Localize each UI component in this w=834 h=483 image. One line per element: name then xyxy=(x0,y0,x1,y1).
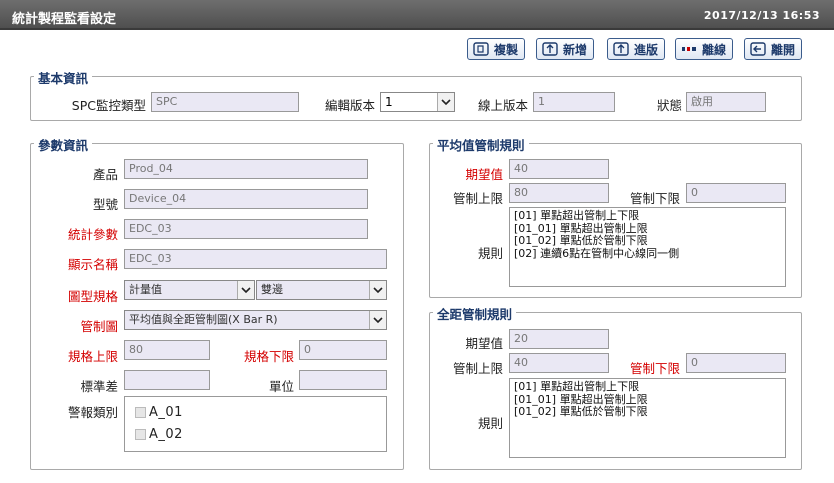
control-chart-value: 平均值與全距管制圖(X Bar R) xyxy=(129,313,278,326)
offline-icon xyxy=(682,47,696,51)
mean-target-field[interactable]: 40 xyxy=(509,159,609,179)
chevron-down-icon xyxy=(237,281,254,299)
edit-version-value: 1 xyxy=(385,95,393,109)
mean-lcl-field[interactable]: 0 xyxy=(686,183,786,203)
range-lcl-label: 管制下限 xyxy=(629,361,680,376)
unit-field[interactable] xyxy=(299,370,387,390)
online-version-label: 線上版本 xyxy=(477,98,528,113)
range-rules-legend: 全距管制規則 xyxy=(433,304,517,323)
offline-button[interactable]: 離線 xyxy=(675,38,734,60)
edit-version-label: 編輯版本 xyxy=(324,98,375,113)
add-icon xyxy=(542,42,558,56)
alarm-option-a02[interactable]: A_02 xyxy=(135,427,183,442)
alarm-option-a01[interactable]: A_01 xyxy=(135,405,183,420)
offline-label: 離線 xyxy=(702,42,727,57)
chart-spec-select-1[interactable]: 計量值 xyxy=(124,280,255,300)
mean-target-label: 期望值 xyxy=(465,167,503,182)
chevron-down-icon xyxy=(437,93,454,111)
enter-version-button[interactable]: 進版 xyxy=(607,38,666,60)
range-rules-label: 規則 xyxy=(477,416,503,431)
range-lcl-field[interactable]: 0 xyxy=(686,353,786,373)
upgrade-icon xyxy=(613,42,629,56)
leave-button[interactable]: 離開 xyxy=(744,38,803,60)
datetime: 2017/12/13 16:53 xyxy=(703,9,820,22)
std-dev-field[interactable] xyxy=(124,370,210,390)
usl-field[interactable]: 80 xyxy=(124,340,210,360)
range-rules-list[interactable]: [01] 單點超出管制上下限 [01_01] 單點超出管制上限 [01_02] … xyxy=(509,378,786,458)
add-button[interactable]: 新增 xyxy=(536,38,595,60)
chart-spec-label: 圖型規格 xyxy=(67,289,118,304)
status-field[interactable]: 啟用 xyxy=(686,92,766,112)
add-label: 新增 xyxy=(563,42,588,57)
title-bar: 統計製程監看設定 2017/12/13 16:53 xyxy=(0,0,834,30)
alarm-option-label: A_01 xyxy=(149,405,183,420)
alarm-type-label: 警報類別 xyxy=(67,405,118,420)
mean-rules-legend: 平均值管制規則 xyxy=(433,135,529,154)
copy-icon xyxy=(473,42,489,56)
status-label: 狀態 xyxy=(656,98,682,113)
rule-item[interactable]: [01] 單點超出管制上下限 xyxy=(514,380,781,394)
enter-version-label: 進版 xyxy=(634,42,659,57)
rule-item[interactable]: [01] 單點超出管制上下限 xyxy=(514,209,781,223)
display-name-label: 顯示名稱 xyxy=(67,257,118,272)
product-field[interactable]: Prod_04 xyxy=(124,159,368,179)
std-dev-label: 標準差 xyxy=(80,379,118,394)
copy-button[interactable]: 複製 xyxy=(467,38,526,60)
rule-item[interactable]: [01_02] 單點低於管制下限 xyxy=(514,405,781,419)
model-field[interactable]: Device_04 xyxy=(124,189,368,209)
range-target-field[interactable]: 20 xyxy=(509,329,609,349)
model-label: 型號 xyxy=(92,197,118,212)
page-title: 統計製程監看設定 xyxy=(12,12,117,27)
leave-label: 離開 xyxy=(771,42,796,57)
chart-spec-value-2: 雙邊 xyxy=(261,283,283,296)
range-ucl-field[interactable]: 40 xyxy=(509,353,609,373)
spc-type-field[interactable]: SPC xyxy=(151,92,299,112)
control-chart-label: 管制圖 xyxy=(80,319,118,334)
mean-rules-label: 規則 xyxy=(477,246,503,261)
rule-item[interactable]: [01_02] 單點低於管制下限 xyxy=(514,234,781,248)
online-version-field[interactable]: 1 xyxy=(533,92,615,112)
lsl-field[interactable]: 0 xyxy=(299,340,387,360)
product-label: 產品 xyxy=(92,167,118,182)
mean-ucl-field[interactable]: 80 xyxy=(509,183,609,203)
param-info-legend: 參數資訊 xyxy=(34,135,93,154)
stat-param-label: 統計參數 xyxy=(67,227,118,242)
spc-type-label: SPC監控類型 xyxy=(71,98,146,113)
exit-icon xyxy=(750,42,766,56)
range-target-label: 期望值 xyxy=(465,336,503,351)
checkbox[interactable] xyxy=(135,407,146,418)
chart-spec-select-2[interactable]: 雙邊 xyxy=(256,280,387,300)
mean-rules-list[interactable]: [01] 單點超出管制上下限 [01_01] 單點超出管制上限 [01_02] … xyxy=(509,207,786,287)
range-ucl-label: 管制上限 xyxy=(452,361,503,376)
rule-item[interactable]: [02] 連續6點在管制中心線同一側 xyxy=(514,247,781,261)
usl-label: 規格上限 xyxy=(67,349,118,364)
lsl-label: 規格下限 xyxy=(243,349,294,364)
mean-lcl-label: 管制下限 xyxy=(629,191,680,206)
stat-param-field[interactable]: EDC_03 xyxy=(124,219,368,239)
chevron-down-icon xyxy=(369,281,386,299)
chevron-down-icon xyxy=(369,311,386,329)
alarm-option-label: A_02 xyxy=(149,427,183,442)
display-name-field[interactable]: EDC_03 xyxy=(124,249,387,269)
chart-spec-value-1: 計量值 xyxy=(129,283,162,296)
control-chart-select[interactable]: 平均值與全距管制圖(X Bar R) xyxy=(124,310,387,330)
checkbox[interactable] xyxy=(135,429,146,440)
edit-version-select[interactable]: 1 xyxy=(380,92,455,112)
basic-info-legend: 基本資訊 xyxy=(34,68,93,87)
mean-ucl-label: 管制上限 xyxy=(452,191,503,206)
unit-label: 單位 xyxy=(268,379,294,394)
copy-label: 複製 xyxy=(494,42,519,57)
